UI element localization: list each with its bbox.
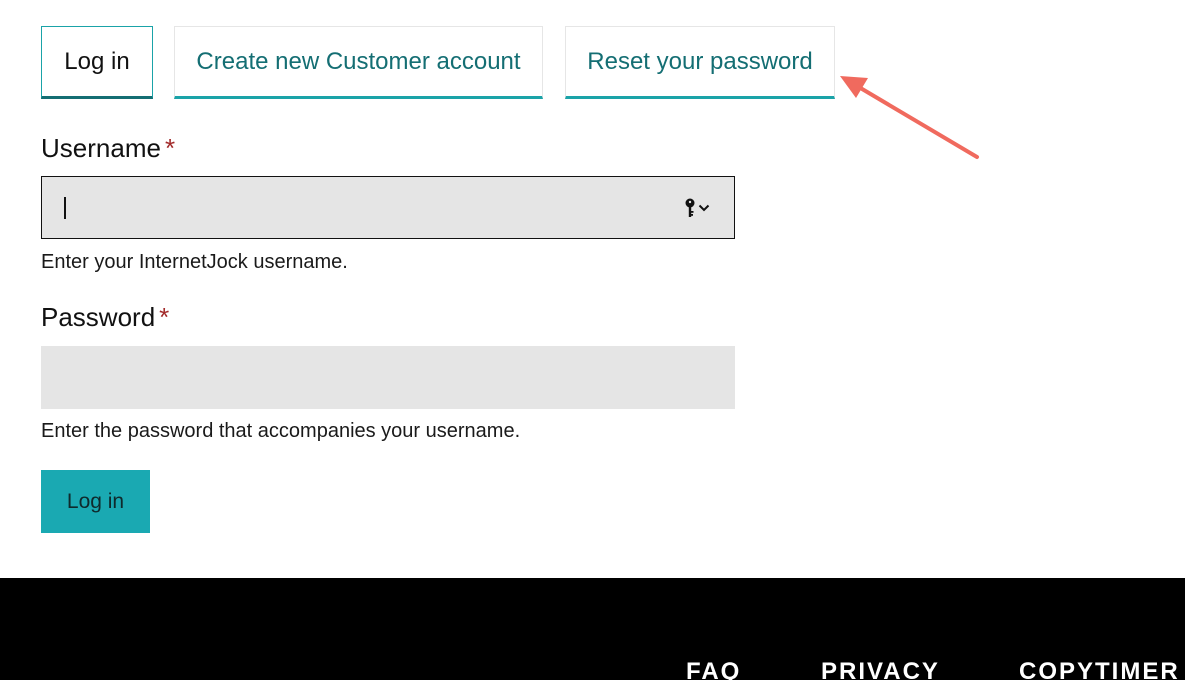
footer-link-faq[interactable]: FAQ xyxy=(686,658,741,680)
footer-link-privacy[interactable]: PRIVACY xyxy=(821,658,940,680)
password-label-text: Password xyxy=(41,302,156,332)
password-input[interactable] xyxy=(41,346,735,409)
tab-create-account[interactable]: Create new Customer account xyxy=(174,26,543,99)
username-input[interactable] xyxy=(41,176,735,239)
chevron-down-icon xyxy=(698,204,710,212)
username-label-text: Username xyxy=(41,133,161,163)
tab-reset-password[interactable]: Reset your password xyxy=(565,26,835,99)
password-label: Password * xyxy=(41,302,169,333)
log-in-button[interactable]: Log in xyxy=(41,470,150,533)
username-help: Enter your InternetJock username. xyxy=(41,251,348,273)
footer: FAQ PRIVACY COPYTIMER xyxy=(0,578,1185,680)
text-caret xyxy=(64,197,66,219)
password-help: Enter the password that accompanies your… xyxy=(41,420,521,442)
autofill-button[interactable] xyxy=(684,198,710,218)
username-label: Username * xyxy=(41,133,175,164)
footer-link-copytimer[interactable]: COPYTIMER xyxy=(1019,658,1180,680)
required-marker: * xyxy=(164,133,176,163)
key-icon xyxy=(685,198,695,217)
annotation-arrow xyxy=(840,76,979,159)
required-marker: * xyxy=(159,302,170,332)
tab-log-in[interactable]: Log in xyxy=(41,26,153,99)
